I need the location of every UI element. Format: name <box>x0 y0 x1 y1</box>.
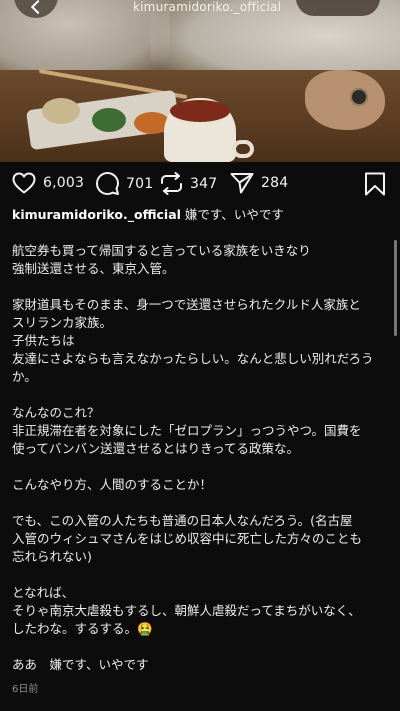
follow-button[interactable] <box>296 0 380 16</box>
comment-button[interactable]: 701 <box>96 172 153 195</box>
caption-paragraph: こんなやり方、人間のすることか！ <box>12 477 213 492</box>
post-timestamp: 6日前 <box>12 684 39 695</box>
save-button[interactable] <box>364 172 386 200</box>
send-icon <box>230 173 254 194</box>
caption-paragraph: ああ 嫌です、いやです <box>12 657 149 672</box>
post-photo[interactable]: kimuramidoriko._official <box>0 0 400 162</box>
scrollbar[interactable] <box>394 240 397 336</box>
photo-cup-handle <box>232 140 254 158</box>
comment-count: 701 <box>126 175 154 192</box>
post-caption: kimuramidoriko._official 嫌です、いやです 航空券も買っ… <box>12 206 388 692</box>
repost-button[interactable]: 347 <box>160 172 217 195</box>
header-username[interactable]: kimuramidoriko._official <box>133 0 281 14</box>
photo-cup-coffee <box>170 100 230 122</box>
like-count: 6,003 <box>43 175 85 191</box>
heart-icon <box>12 172 36 194</box>
photo-ring <box>350 88 368 106</box>
chevron-left-icon <box>30 0 46 15</box>
repost-count: 347 <box>190 175 218 192</box>
caption-paragraph: 家財道具もそのまま、身一つで送還させられたクルド人家族と スリランカ家族。 子供… <box>12 297 374 384</box>
caption-paragraph: となれば、 そりゃ南京大虐殺もするし、朝鮮人虐殺だってまちがいなく、 したわな。… <box>12 585 361 636</box>
photo-food <box>42 98 80 124</box>
share-count: 284 <box>261 175 289 191</box>
action-bar: 6,003 701 347 284 <box>0 168 400 202</box>
like-button[interactable]: 6,003 <box>12 172 84 194</box>
caption-first-line: kimuramidoriko._official 嫌です、いやです <box>12 206 388 224</box>
caption-lead: 嫌です、いやです <box>184 207 284 222</box>
caption-username[interactable]: kimuramidoriko._official <box>12 207 181 222</box>
caption-paragraph: なんなのこれ？ 非正規滞在者を対象にした「ゼロプラン」っつうやつ。国費を 使って… <box>12 405 362 456</box>
share-button[interactable]: 284 <box>230 172 288 194</box>
caption-paragraph: でも、この入管の人たちも普通の日本人なんだろう。(名古屋 入管のウィシュマさんを… <box>12 513 363 564</box>
repost-icon <box>161 172 182 195</box>
photo-food <box>92 108 126 132</box>
photo-hand <box>305 70 385 130</box>
comment-bubble-icon <box>96 172 119 195</box>
caption-paragraph: 航空券も買って帰国すると言っている家族をいきなり 強制送還させる、東京入管。 <box>12 243 311 276</box>
bookmark-icon <box>365 172 385 196</box>
